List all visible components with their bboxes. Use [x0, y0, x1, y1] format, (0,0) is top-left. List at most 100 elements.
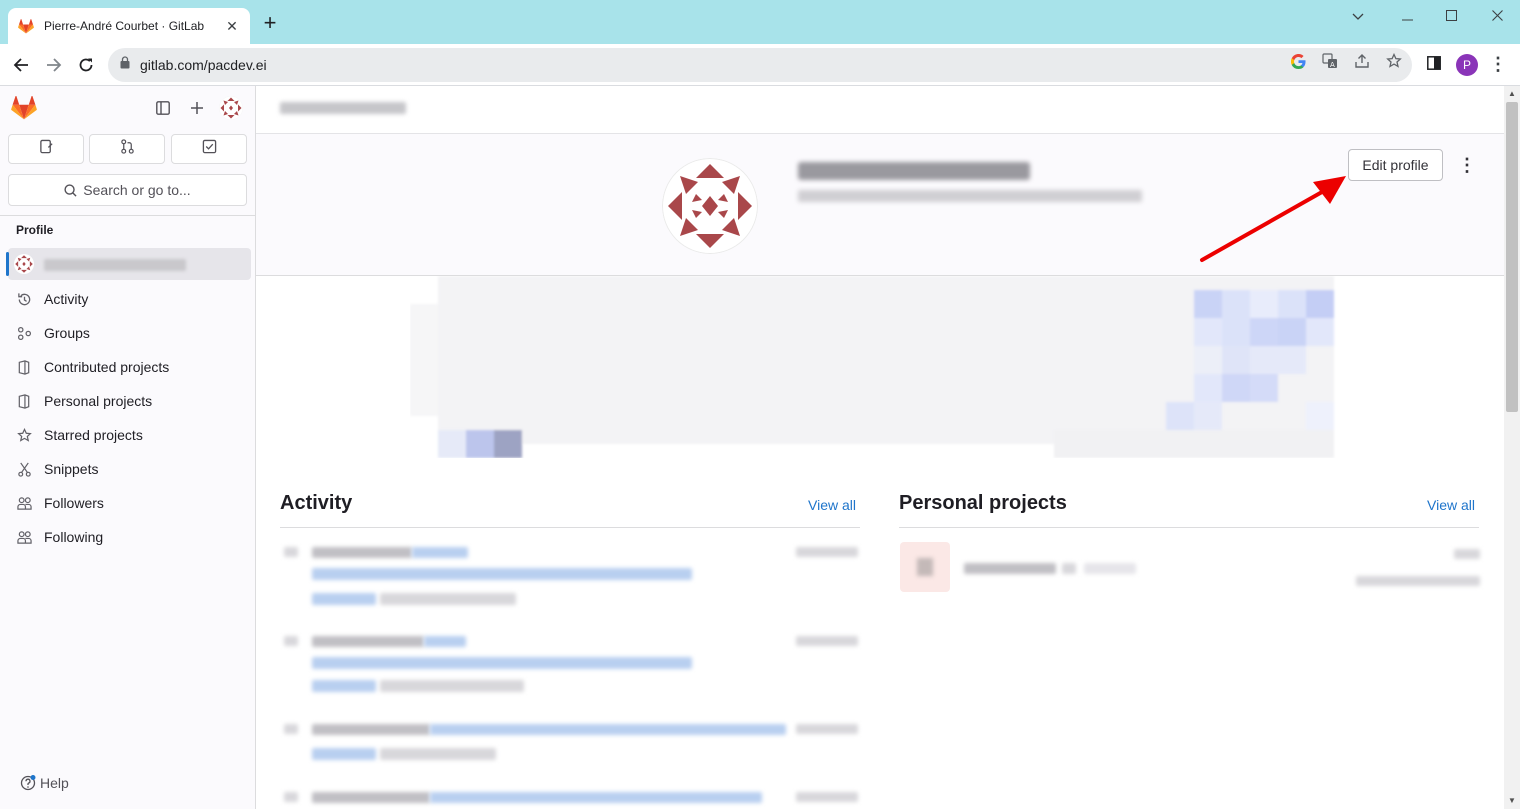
reload-icon[interactable]	[73, 52, 99, 78]
share-icon[interactable]	[1353, 52, 1371, 70]
activity-divider	[280, 527, 860, 528]
issues-quick-button[interactable]	[8, 134, 84, 164]
browser-tab[interactable]: Pierre-André Courbet · GitLab ✕	[8, 8, 250, 44]
snippet-icon	[16, 461, 32, 477]
redacted-event-author	[312, 636, 424, 647]
minimize-icon[interactable]	[1392, 6, 1422, 26]
redacted-event-time	[796, 636, 858, 646]
gitlab-logo-icon[interactable]	[10, 94, 38, 122]
redacted-project-initial	[917, 558, 933, 576]
create-new-icon[interactable]	[183, 94, 211, 122]
more-actions-icon[interactable]: ⋮	[1456, 152, 1478, 178]
search-button[interactable]: Search or go to...	[8, 174, 247, 206]
avatar	[14, 254, 34, 274]
merge-request-icon	[120, 139, 135, 159]
translate-icon[interactable]: A	[1321, 52, 1339, 70]
browser-menu-icon[interactable]: ⋮	[1488, 54, 1508, 76]
sidebar-item-following[interactable]: Following	[16, 525, 103, 549]
sidebar-item-label: Groups	[44, 325, 90, 341]
merge-requests-quick-button[interactable]	[89, 134, 165, 164]
redacted-project-stat	[1454, 549, 1480, 559]
browser-profile-avatar[interactable]: P	[1456, 54, 1478, 76]
redacted-project-name[interactable]	[964, 563, 1056, 574]
sidebar-item-snippets[interactable]: Snippets	[16, 457, 98, 481]
page-scrollbar[interactable]: ▲ ▼	[1504, 86, 1520, 809]
sidebar-item-label: Followers	[44, 495, 104, 511]
redacted-event-link[interactable]	[430, 792, 762, 803]
redacted-event-link[interactable]	[312, 568, 692, 580]
redacted-event-link[interactable]	[412, 547, 468, 558]
redacted-event-text	[380, 680, 524, 692]
back-icon[interactable]	[8, 52, 34, 78]
redacted-event-time	[796, 792, 858, 802]
redacted-breadcrumb	[280, 102, 406, 114]
address-bar[interactable]: gitlab.com/pacdev.ei	[108, 48, 1412, 82]
sidebar-divider	[0, 215, 256, 216]
help-button[interactable]: Help	[20, 775, 69, 791]
maximize-icon[interactable]	[1436, 6, 1466, 26]
sidebar-item-contributed-projects[interactable]: Contributed projects	[16, 355, 169, 379]
group-icon	[16, 325, 32, 341]
forward-icon[interactable]	[41, 52, 67, 78]
activity-section-title: Activity	[280, 492, 353, 514]
projects-view-all-link[interactable]: View all	[1427, 497, 1475, 513]
redacted-profile-name	[798, 162, 1030, 180]
scroll-down-arrow-icon[interactable]: ▼	[1504, 793, 1520, 809]
new-tab-button[interactable]: +	[258, 12, 282, 36]
redacted-event-avatar	[284, 724, 298, 734]
help-icon	[20, 775, 36, 791]
scrollbar-thumb[interactable]	[1506, 102, 1518, 412]
lock-icon[interactable]	[120, 56, 130, 74]
redacted-event-avatar	[284, 547, 298, 557]
contribution-calendar	[410, 276, 1334, 458]
gitlab-favicon-icon	[18, 18, 34, 34]
sidebar-item-starred-projects[interactable]: Starred projects	[16, 423, 143, 447]
redacted-event-link[interactable]	[312, 748, 376, 760]
issues-icon	[39, 139, 54, 159]
redacted-profile-meta	[798, 190, 1142, 202]
sidebar-item-user-profile[interactable]	[6, 248, 251, 280]
side-panel-icon[interactable]	[1425, 54, 1443, 72]
redacted-event-avatar	[284, 636, 298, 646]
history-icon	[16, 291, 32, 307]
redacted-event-author	[312, 724, 430, 735]
sidebar-item-followers[interactable]: Followers	[16, 491, 104, 515]
redacted-event-link[interactable]	[312, 593, 376, 605]
close-window-icon[interactable]	[1482, 6, 1512, 26]
sidebar-item-personal-projects[interactable]: Personal projects	[16, 389, 152, 413]
redacted-event-text	[380, 748, 496, 760]
browser-titlebar: Pierre-André Courbet · GitLab ✕ +	[0, 0, 1520, 44]
sidebar: Search or go to... Profile Activity Grou…	[0, 86, 256, 809]
redacted-event-link[interactable]	[430, 724, 786, 735]
search-icon	[64, 183, 77, 197]
redacted-event-link[interactable]	[312, 680, 376, 692]
sidebar-item-groups[interactable]: Groups	[16, 321, 90, 345]
redacted-event-avatar	[284, 792, 298, 802]
project-icon	[16, 393, 32, 409]
redacted-event-link[interactable]	[424, 636, 466, 647]
redacted-project-desc	[1084, 563, 1136, 574]
sidebar-item-label: Personal projects	[44, 393, 153, 409]
bookmark-star-icon[interactable]	[1385, 52, 1403, 70]
sidebar-item-activity[interactable]: Activity	[16, 287, 88, 311]
redacted-event-link[interactable]	[312, 657, 692, 669]
user-avatar-menu[interactable]	[217, 94, 245, 122]
sidebar-item-label: Contributed projects	[44, 359, 170, 375]
sidebar-item-label: Following	[44, 529, 104, 545]
tab-search-chevron-icon[interactable]	[1343, 6, 1373, 26]
sidebar-item-label: Starred projects	[44, 427, 143, 443]
redacted-event-author	[312, 792, 430, 803]
scroll-up-arrow-icon[interactable]: ▲	[1504, 86, 1520, 102]
google-icon[interactable]	[1289, 52, 1307, 70]
star-icon	[16, 427, 32, 443]
activity-view-all-link[interactable]: View all	[808, 497, 856, 513]
project-icon	[16, 359, 32, 375]
redacted-event-text	[380, 593, 516, 605]
active-indicator	[6, 252, 9, 276]
collapse-sidebar-icon[interactable]	[149, 94, 177, 122]
tab-close-icon[interactable]: ✕	[224, 18, 240, 35]
todos-quick-button[interactable]	[171, 134, 247, 164]
redacted-event-time	[796, 547, 858, 557]
edit-profile-button[interactable]: Edit profile	[1348, 149, 1443, 181]
sidebar-section-title: Profile	[16, 223, 54, 237]
